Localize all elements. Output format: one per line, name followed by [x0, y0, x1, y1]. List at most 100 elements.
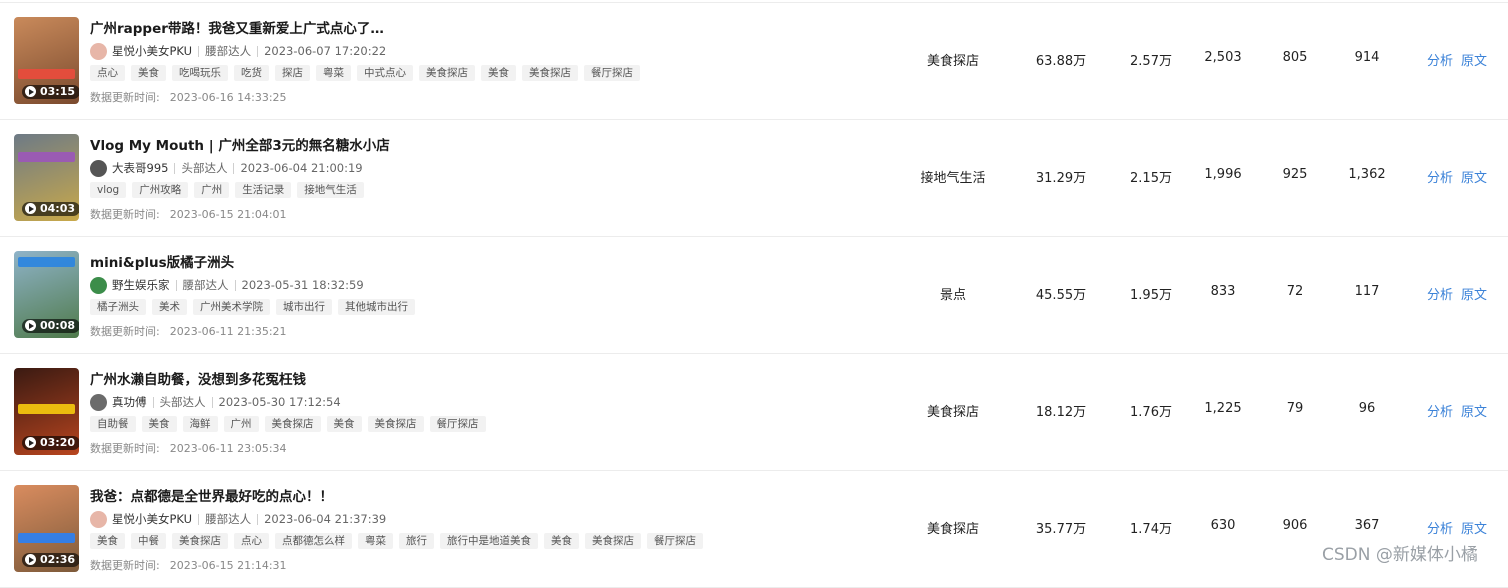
video-thumbnail[interactable]: 02:36 [14, 485, 79, 572]
video-thumbnail[interactable]: 00:08 [14, 251, 79, 338]
comments-cell: 1,225 [1204, 401, 1242, 416]
avatar[interactable] [90, 393, 107, 411]
tag-chip[interactable]: 吃喝玩乐 [172, 65, 228, 81]
tag-chip[interactable]: 美食 [544, 533, 579, 549]
tag-list: vlog 广州攻略 广州 生活记录 接地气生活 [90, 182, 364, 198]
original-link[interactable]: 原文 [1461, 171, 1487, 186]
watermark: CSDN @新媒体小橘 [1322, 545, 1478, 565]
tag-chip[interactable]: 餐厅探店 [647, 533, 703, 549]
video-thumbnail[interactable]: 03:20 [14, 368, 79, 455]
video-title[interactable]: 我爸：点都德是全世界最好吃的点心！！ [90, 485, 333, 505]
author-name[interactable]: 大表哥995 [112, 160, 168, 176]
likes-cell: 1.76万 [1130, 405, 1172, 420]
video-thumbnail[interactable]: 04:03 [14, 134, 79, 221]
divider [174, 162, 176, 174]
tag-chip[interactable]: 美食探店 [419, 65, 475, 81]
tag-chip[interactable]: 探店 [275, 65, 310, 81]
tag-chip[interactable]: 接地气生活 [297, 182, 364, 198]
plays-cell: 63.88万 [1035, 54, 1087, 69]
avatar[interactable] [90, 276, 107, 294]
tag-chip[interactable]: 生活记录 [235, 182, 292, 198]
tag-chip[interactable]: 美食 [131, 65, 166, 81]
original-link[interactable]: 原文 [1461, 288, 1487, 303]
video-thumbnail[interactable]: 03:15 [14, 17, 79, 104]
tag-chip[interactable]: 旅行 [399, 533, 434, 549]
tag-chip[interactable]: 广州 [194, 182, 230, 198]
tag-chip[interactable]: 美食探店 [172, 533, 228, 549]
update-time-row: 数据更新时间: 2023-06-11 23:05:34 [90, 440, 287, 456]
tag-chip[interactable]: 美食探店 [585, 533, 641, 549]
analyze-link[interactable]: 分析 [1427, 522, 1453, 537]
analyze-link[interactable]: 分析 [1427, 171, 1453, 186]
tag-chip[interactable]: 餐厅探店 [584, 65, 640, 81]
tag-chip[interactable]: 吃货 [234, 65, 269, 81]
tag-chip[interactable]: 美食 [481, 65, 516, 81]
thumb-caption-band [18, 152, 75, 162]
tag-chip[interactable]: 广州美术学院 [193, 299, 270, 315]
avatar[interactable] [90, 42, 107, 60]
shares-cell: 925 [1282, 167, 1308, 182]
divider [198, 513, 200, 525]
tag-chip[interactable]: 点心 [234, 533, 269, 549]
tag-chip[interactable]: 橘子洲头 [90, 299, 146, 315]
analyze-link[interactable]: 分析 [1427, 405, 1453, 420]
tag-chip[interactable]: 中式点心 [357, 65, 413, 81]
comments-cell: 2,503 [1204, 50, 1242, 65]
duration-label: 00:08 [40, 319, 76, 332]
tag-chip[interactable]: 城市出行 [276, 299, 332, 315]
video-title[interactable]: 广州rapper带路！我爸又重新爱上广式点心了… [90, 17, 384, 37]
tag-list: 橘子洲头 美术 广州美术学院 城市出行 其他城市出行 [90, 299, 415, 315]
analyze-link[interactable]: 分析 [1427, 288, 1453, 303]
tag-chip[interactable]: 旅行中是地道美食 [440, 533, 538, 549]
influencer-level: 头部达人 [181, 161, 228, 175]
tag-chip[interactable]: 中餐 [131, 533, 166, 549]
author-meta: 星悦小美女PKU 腰部达人 2023-06-07 17:20:22 [90, 41, 386, 61]
favorites-cell: 96 [1358, 401, 1376, 416]
author-name[interactable]: 星悦小美女PKU [112, 511, 192, 527]
video-title[interactable]: 广州水濑自助餐，没想到多花冤枉钱 [90, 368, 306, 388]
tag-chip[interactable]: vlog [90, 182, 127, 198]
tag-chip[interactable]: 美食探店 [522, 65, 578, 81]
original-link[interactable]: 原文 [1461, 405, 1487, 420]
tag-chip[interactable]: 美术 [152, 299, 187, 315]
tag-chip[interactable]: 其他城市出行 [338, 299, 415, 315]
tag-chip[interactable]: 自助餐 [90, 416, 136, 432]
tag-chip[interactable]: 餐厅探店 [429, 416, 486, 432]
tag-chip[interactable]: 广州攻略 [132, 182, 189, 198]
tag-chip[interactable]: 粤菜 [358, 533, 393, 549]
tag-chip[interactable]: 美食 [326, 416, 362, 432]
comments-cell: 1,996 [1204, 167, 1242, 182]
tag-chip[interactable]: 美食 [141, 416, 177, 432]
category-cell: 景点 [939, 288, 967, 303]
plays-cell: 45.55万 [1035, 288, 1087, 303]
shares-cell: 79 [1286, 401, 1304, 416]
analyze-link[interactable]: 分析 [1427, 54, 1453, 69]
tag-chip[interactable]: 粤菜 [316, 65, 351, 81]
tag-chip[interactable]: 美食探店 [264, 416, 321, 432]
divider [233, 162, 235, 174]
tag-chip[interactable]: 美食 [90, 533, 125, 549]
video-title[interactable]: Vlog My Mouth | 广州全部3元的無名糖水小店 [90, 134, 390, 154]
avatar[interactable] [90, 159, 107, 177]
author-name[interactable]: 星悦小美女PKU [112, 43, 192, 59]
video-title[interactable]: mini&plus版橘子洲头 [90, 251, 234, 271]
tag-chip[interactable]: 美食探店 [367, 416, 424, 432]
tag-chip[interactable]: 点都德怎么样 [275, 533, 352, 549]
original-link[interactable]: 原文 [1461, 522, 1487, 537]
video-list: 03:15 广州rapper带路！我爸又重新爱上广式点心了… 星悦小美女PKU … [0, 3, 1508, 588]
play-icon [25, 437, 36, 448]
tag-chip[interactable]: 点心 [90, 65, 125, 81]
duration-label: 04:03 [40, 202, 76, 215]
tag-chip[interactable]: 海鲜 [182, 416, 218, 432]
update-time-value: 2023-06-11 23:05:34 [169, 442, 287, 455]
row-actions: 分析 原文 [1427, 401, 1487, 420]
category-cell: 美食探店 [926, 522, 980, 537]
publish-time: 2023-05-30 17:12:54 [218, 395, 341, 409]
author-name[interactable]: 野生娱乐家 [112, 277, 170, 293]
tag-list: 美食 中餐 美食探店 点心 点都德怎么样 粤菜 旅行 旅行中是地道美食 美食 美食探店 餐厅探店 [90, 533, 703, 549]
original-link[interactable]: 原文 [1461, 54, 1487, 69]
tag-chip[interactable]: 广州 [223, 416, 259, 432]
update-time-label: 数据更新时间: [90, 325, 160, 338]
avatar[interactable] [90, 510, 107, 528]
author-name[interactable]: 真功傅 [112, 394, 147, 410]
